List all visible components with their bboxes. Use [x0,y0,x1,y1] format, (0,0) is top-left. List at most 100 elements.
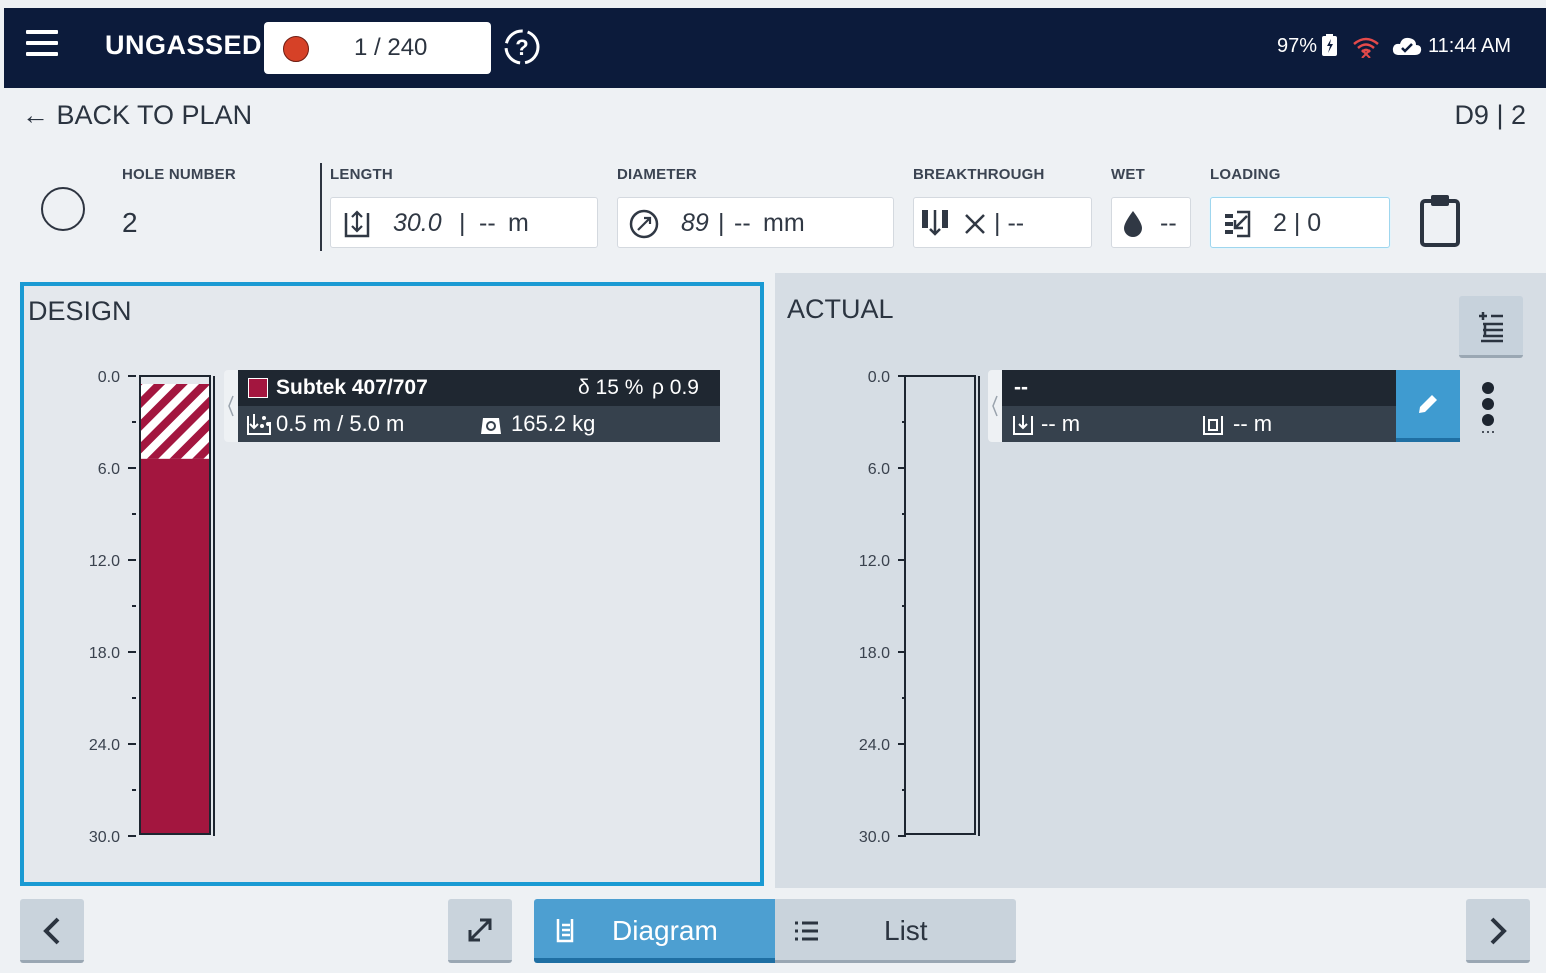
more-options-icon[interactable] [1478,380,1498,436]
actual-depth-scale: 0.0 6.0 12.0 18.0 24.0 30.0 [859,369,980,846]
page: UNGASSED 1 / 240 ? 97% 11:44 AM ← BACK T… [0,0,1546,973]
top-bar: UNGASSED 1 / 240 ? 97% 11:44 AM [4,8,1546,88]
clock: 11:44 AM [1428,35,1512,57]
stemming-section [141,384,209,459]
close-icon [965,214,985,234]
diagram-icon [556,919,574,943]
previous-hole-button[interactable] [20,899,84,963]
diameter-actual: -- [734,209,751,237]
depth-tick-label: 6.0 [868,461,890,478]
status-title: UNGASSED [105,30,263,60]
wet-field[interactable]: -- [1111,197,1191,248]
back-to-plan-link[interactable]: ← BACK TO PLAN [22,100,252,131]
loading-field[interactable]: 2 | 0 [1210,197,1390,248]
list-icon [795,921,818,941]
product-rho: ρ 0.9 [652,376,699,399]
actual-top-depth: -- m [1041,411,1081,436]
hole-status-circle[interactable] [41,187,85,231]
actual-product-name: -- [1014,376,1028,399]
length-separator: | [459,209,466,237]
chevron-right-icon [1490,917,1507,945]
diameter-label: DIAMETER [617,166,697,183]
counter-text: 1 / 240 [354,34,428,61]
diameter-field[interactable]: 89 | -- mm [617,197,894,248]
menu-icon[interactable] [26,30,58,60]
design-title: DESIGN [28,296,132,326]
design-deck-card[interactable]: Subtek 407/707 δ 15 % ρ 0.9 0.5 m / 5.0 … [224,370,720,442]
deck-bottom-icon [1203,416,1223,435]
wet-value: -- [1160,209,1177,237]
water-drop-icon [1124,211,1142,237]
charge-section [141,458,209,833]
diameter-unit: mm [763,209,805,237]
expand-icon [468,918,492,942]
edit-deck-button[interactable] [1396,370,1460,442]
actual-deck-details: -- m -- m [1002,406,1398,442]
add-deck-icon [1479,312,1503,343]
actual-deck-card[interactable]: -- -- m -- m [988,370,1398,442]
depth-tick-label: 30.0 [89,829,120,846]
length-value: 30.0 [393,209,442,237]
deck-weight: 165.2 kg [511,411,596,436]
depth-tick-label: 18.0 [859,645,890,662]
breakthrough-value: | -- [994,209,1025,237]
help-icon[interactable]: ? [503,28,541,66]
depth-tick-label: 6.0 [98,461,120,478]
depth-tick-label: 24.0 [859,737,890,754]
breakthrough-label: BREAKTHROUGH [913,166,1045,183]
tab-diagram-label: Diagram [612,915,718,946]
cloud-icon [1392,37,1422,55]
diameter-separator: | [718,209,725,237]
depth-tick-label: 12.0 [89,553,120,570]
chevron-left-icon [43,917,60,945]
deck-card-header: Subtek 407/707 δ 15 % ρ 0.9 [238,370,720,406]
deck-handle-icon[interactable] [224,370,238,442]
svg-text:?: ? [515,35,528,60]
breakthrough-field[interactable]: | -- [913,197,1092,248]
hole-counter[interactable]: 1 / 240 [264,22,491,74]
actual-hole-outline [904,375,976,835]
tab-list-label: List [884,915,928,946]
depth-tick-label: 24.0 [89,737,120,754]
loading-label: LOADING [1210,166,1281,183]
clipboard-icon[interactable] [1419,193,1461,247]
product-density: δ 15 % [578,376,644,399]
design-panel[interactable]: DESIGN 0.0 6.0 12.0 18.0 24.0 30.0 Subtek 407… [20,282,764,886]
depth-tick-label: 12.0 [859,553,890,570]
loading-value: 2 | 0 [1273,209,1322,237]
tab-diagram[interactable]: Diagram [534,899,775,963]
actual-panel[interactable]: ACTUAL 0.0 6.0 12.0 18.0 24.0 30.0 -- -- m [775,273,1546,888]
depth-tick-label: 18.0 [89,645,120,662]
deck-handle-icon[interactable] [988,370,1002,442]
record-dot-icon [283,36,309,62]
length-actual: -- [479,209,496,237]
hole-number-label: HOLE NUMBER [122,166,236,183]
wifi-icon [1353,37,1379,58]
field-divider [320,163,322,251]
length-field[interactable]: 30.0 | -- m [330,197,598,248]
add-deck-button[interactable] [1459,296,1523,358]
actual-title: ACTUAL [787,294,894,324]
deck-card-details: 0.5 m / 5.0 m 165.2 kg [238,406,720,442]
weight-icon [481,418,501,434]
length-label: LENGTH [330,166,393,183]
battery-percent: 97% [1277,35,1318,57]
hole-number-value: 2 [122,207,138,238]
length-icon [344,210,370,238]
battery-icon [1322,34,1337,56]
diameter-value: 89 [681,209,709,237]
diameter-icon [629,209,659,239]
wet-label: WET [1111,166,1145,183]
pencil-icon [1419,395,1437,413]
deck-length-icon [247,414,271,435]
actual-deck-header: -- [1002,370,1398,406]
depth-tick-label: 0.0 [98,369,120,386]
deck-top-icon [1013,415,1033,435]
product-name: Subtek 407/707 [276,376,428,399]
expand-button[interactable] [448,899,512,963]
next-hole-button[interactable] [1466,899,1530,963]
product-color-swatch [248,378,268,398]
loading-icon [1225,210,1251,238]
tab-list[interactable]: List [775,899,1016,963]
design-depth-scale: 0.0 6.0 12.0 18.0 24.0 30.0 [89,369,215,846]
